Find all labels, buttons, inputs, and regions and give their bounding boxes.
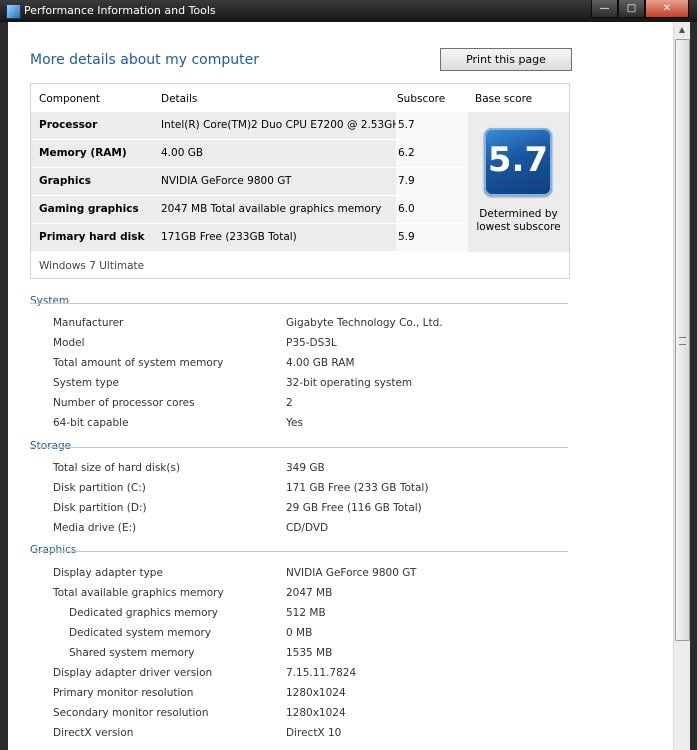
info-value: 32-bit operating system xyxy=(286,377,413,389)
page-title: More details about my computer xyxy=(30,52,259,68)
info-value: 1280x1024 xyxy=(286,687,346,699)
info-value: 0 MB xyxy=(286,627,313,639)
info-label: DirectX version xyxy=(53,727,134,739)
content-area: More details about my computer Print thi… xyxy=(8,22,678,750)
info-label: System type xyxy=(53,377,119,389)
info-label: Disk partition (C:) xyxy=(53,482,146,494)
header-component: Component xyxy=(39,93,100,105)
info-label: Display adapter driver version xyxy=(53,667,213,679)
performance-window: Performance Information and Tools — □ ✕ … xyxy=(0,0,697,750)
info-value: 512 MB xyxy=(286,607,326,619)
info-label: Total available graphics memory xyxy=(53,587,224,599)
info-value: Yes xyxy=(286,417,303,429)
info-value: Gigabyte Technology Co., Ltd. xyxy=(286,317,443,329)
score-table: Component Details Subscore Base score Pr… xyxy=(30,83,570,279)
base-score-badge: 5.7 xyxy=(484,128,552,196)
section-graphics-title: Graphics xyxy=(30,544,77,556)
scroll-up-arrow-icon[interactable]: ▲ xyxy=(674,22,690,38)
subscore: 7.9 xyxy=(398,175,415,187)
component-details: 171GB Free (233GB Total) xyxy=(161,231,297,243)
os-edition: Windows 7 Ultimate xyxy=(39,260,145,272)
component-name: Processor xyxy=(39,119,98,131)
component-details: 2047 MB Total available graphics memory xyxy=(161,203,382,215)
minimize-button[interactable]: — xyxy=(591,0,618,18)
info-value: 171 GB Free (233 GB Total) xyxy=(286,482,429,494)
score-row: Graphics NVIDIA GeForce 9800 GT 7.9 xyxy=(31,168,468,195)
info-value: P35-DS3L xyxy=(286,337,337,349)
score-row: Processor Intel(R) Core(TM)2 Duo CPU E72… xyxy=(31,112,468,139)
info-label: Total amount of system memory xyxy=(53,357,224,369)
info-label: Total size of hard disk(s) xyxy=(53,462,181,474)
title-bar: Performance Information and Tools — □ ✕ xyxy=(0,0,697,22)
base-score-block: 5.7 Determined by lowest subscore xyxy=(468,112,569,252)
app-icon xyxy=(6,4,21,19)
info-value: 1280x1024 xyxy=(286,707,346,719)
component-name: Gaming graphics xyxy=(39,203,139,215)
info-label: Primary monitor resolution xyxy=(53,687,194,699)
info-value: 1535 MB xyxy=(286,647,333,659)
section-storage-title: Storage xyxy=(30,440,72,452)
info-label: Shared system memory xyxy=(69,647,195,659)
info-value: NVIDIA GeForce 9800 GT xyxy=(286,567,417,579)
component-details: 4.00 GB xyxy=(161,147,204,159)
info-value: 7.15.11.7824 xyxy=(286,667,357,679)
section-divider xyxy=(30,447,568,448)
header-subscore: Subscore xyxy=(397,93,446,105)
section-divider xyxy=(30,303,568,304)
maximize-button[interactable]: □ xyxy=(618,0,645,18)
subscore: 5.9 xyxy=(398,231,415,243)
info-label: Display adapter type xyxy=(53,567,163,579)
component-name: Graphics xyxy=(39,175,91,187)
info-label: Manufacturer xyxy=(53,317,124,329)
info-label: Model xyxy=(53,337,85,349)
info-value: 2 xyxy=(286,397,293,409)
scroll-thumb[interactable] xyxy=(675,39,690,641)
section-system-title: System xyxy=(30,295,70,307)
info-value: 4.00 GB RAM xyxy=(286,357,355,369)
info-label: Media drive (E:) xyxy=(53,522,137,534)
scroll-grip-icon xyxy=(679,337,686,345)
score-row: Memory (RAM) 4.00 GB 6.2 xyxy=(31,140,468,167)
info-label: 64-bit capable xyxy=(53,417,129,429)
info-label: Dedicated system memory xyxy=(69,627,212,639)
score-row: Gaming graphics 2047 MB Total available … xyxy=(31,196,468,223)
close-button[interactable]: ✕ xyxy=(645,0,689,18)
info-value: 349 GB xyxy=(286,462,325,474)
component-details: NVIDIA GeForce 9800 GT xyxy=(161,175,292,187)
base-score-value: 5.7 xyxy=(487,140,549,180)
info-value: DirectX 10 xyxy=(286,727,342,739)
score-row: Primary hard disk 171GB Free (233GB Tota… xyxy=(31,224,468,251)
header-base-score: Base score xyxy=(475,93,533,105)
component-name: Primary hard disk xyxy=(39,231,145,243)
print-button[interactable]: Print this page xyxy=(440,48,572,71)
info-label: Number of processor cores xyxy=(53,397,195,409)
info-value: 2047 MB xyxy=(286,587,333,599)
base-score-note: Determined by lowest subscore xyxy=(476,208,561,233)
info-value: CD/DVD xyxy=(286,522,329,534)
info-label: Dedicated graphics memory xyxy=(69,607,219,619)
info-value: 29 GB Free (116 GB Total) xyxy=(286,502,422,514)
subscore: 5.7 xyxy=(398,119,415,131)
subscore: 6.2 xyxy=(398,147,415,159)
component-details: Intel(R) Core(TM)2 Duo CPU E7200 @ 2.53G… xyxy=(161,119,406,131)
component-name: Memory (RAM) xyxy=(39,147,127,159)
window-title: Performance Information and Tools xyxy=(24,4,216,17)
info-label: Disk partition (D:) xyxy=(53,502,147,514)
section-divider xyxy=(30,551,568,552)
header-details: Details xyxy=(161,93,198,105)
subscore: 6.0 xyxy=(398,203,415,215)
vertical-scrollbar[interactable]: ▲ xyxy=(673,22,690,750)
info-label: Secondary monitor resolution xyxy=(53,707,209,719)
